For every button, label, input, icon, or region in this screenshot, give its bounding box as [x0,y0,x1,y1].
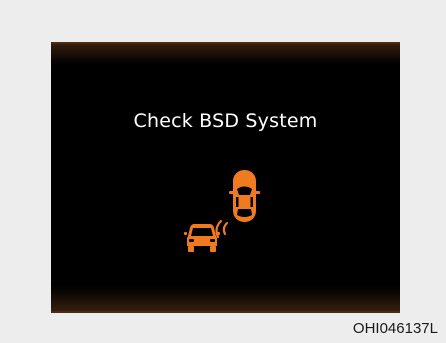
rear-car-icon [184,224,220,252]
front-car-icon [229,170,260,222]
display-bottom-glow [51,285,400,313]
cluster-display: Check BSD System [51,42,400,313]
figure-code: OHI046137L [352,320,438,337]
blind-spot-detection-warning-icon [184,170,260,252]
